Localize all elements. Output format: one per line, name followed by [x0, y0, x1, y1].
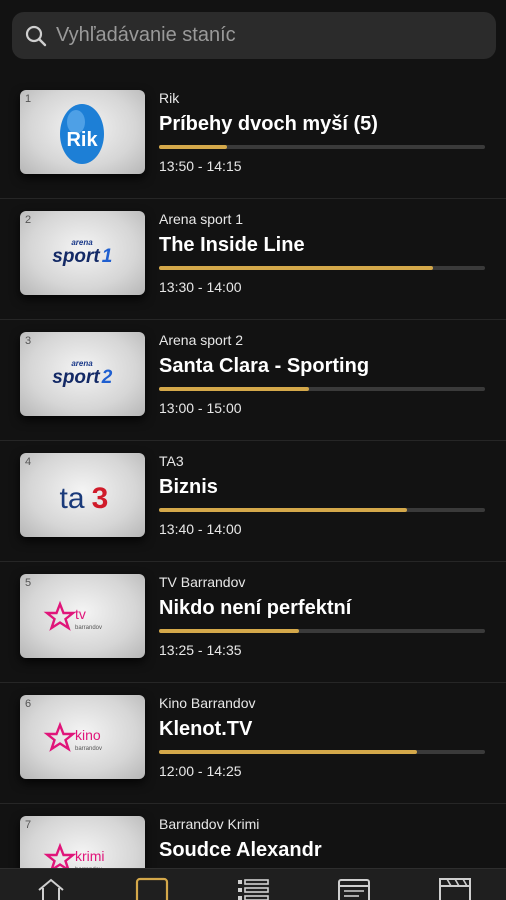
channel-name: Barrandov Krimi: [159, 816, 260, 832]
channel-thumbnail: 3 arena sport 2: [20, 332, 145, 416]
channel-row[interactable]: 2 arena sport 1 Arena sport 1 The Inside…: [0, 199, 506, 320]
program-title: Santa Clara - Sporting: [159, 355, 370, 377]
ta3-logo: ta 3: [59, 482, 109, 515]
rik-logo: Rik: [60, 104, 104, 164]
channel-row[interactable]: 4 ta 3 TA3 Biznis 13:40 - 14:00: [0, 441, 506, 562]
channel-list[interactable]: 1 Rik Rik Príbehy dvoch myší (5) 13:50 -…: [0, 78, 506, 868]
program-title: The Inside Line: [159, 234, 305, 256]
program-time: 12:00 - 14:25: [159, 763, 242, 779]
program-time: 13:50 - 14:15: [159, 158, 242, 174]
channel-row[interactable]: 6 kino barrandov Kino Barrandov Klenot.T…: [0, 683, 506, 804]
progress-fill: [159, 266, 433, 270]
home-icon: [37, 878, 64, 900]
search-bar[interactable]: [12, 12, 496, 59]
program-title: Biznis: [159, 476, 218, 498]
program-time: 13:00 - 15:00: [159, 400, 242, 416]
arena-sport-2-logo: arena sport 2: [52, 359, 113, 388]
kino-barrandov-logo: kino barrandov: [43, 721, 102, 752]
bottom-nav: [0, 868, 506, 900]
program-time: 13:40 - 14:00: [159, 521, 242, 537]
channel-row[interactable]: 1 Rik Rik Príbehy dvoch myší (5) 13:50 -…: [0, 78, 506, 199]
svg-text:sport: sport: [52, 367, 100, 388]
nav-movies[interactable]: [425, 869, 485, 900]
program-progress: [159, 387, 485, 391]
nav-home[interactable]: [21, 869, 81, 900]
progress-fill: [159, 508, 407, 512]
search-input[interactable]: [56, 24, 456, 47]
channel-row[interactable]: 5 tv barrandov TV Barrandov Nikdo není p…: [0, 562, 506, 683]
svg-text:sport: sport: [52, 246, 100, 267]
tv-barrandov-logo: tv barrandov: [43, 600, 102, 631]
svg-text:ta: ta: [59, 482, 84, 515]
program-time: 13:30 - 14:00: [159, 279, 242, 295]
program-progress: [159, 266, 485, 270]
channel-name: Rik: [159, 90, 180, 106]
search-field[interactable]: [12, 12, 496, 59]
svg-text:barrandov: barrandov: [75, 746, 102, 752]
channel-name: Arena sport 2: [159, 332, 244, 348]
progress-fill: [159, 629, 300, 633]
program-title: Soudce Alexandr: [159, 839, 322, 861]
barrandov-krimi-logo: krimi barrandov: [43, 842, 105, 868]
program-title: Klenot.TV: [159, 718, 253, 740]
clapperboard-icon: [439, 878, 472, 900]
tv-icon: [135, 877, 168, 900]
channel-name: Arena sport 1: [159, 211, 244, 227]
arena-sport-1-logo: arena sport 1: [52, 238, 113, 267]
progress-fill: [159, 750, 417, 754]
channel-row[interactable]: 3 arena sport 2 Arena sport 2 Santa Clar…: [0, 320, 506, 441]
channel-name: Kino Barrandov: [159, 695, 256, 711]
guide-icon: [338, 879, 371, 900]
program-progress: [159, 629, 485, 633]
list-icon: [237, 879, 269, 900]
program-progress: [159, 508, 485, 512]
svg-text:tv: tv: [75, 606, 86, 622]
program-progress: [159, 750, 485, 754]
svg-text:1: 1: [102, 246, 113, 267]
search-icon: [25, 25, 47, 46]
svg-text:krimi: krimi: [75, 848, 105, 864]
svg-text:3: 3: [92, 482, 109, 515]
channel-thumbnail: 6 kino barrandov: [20, 695, 145, 779]
program-time: 13:25 - 14:35: [159, 642, 242, 658]
program-title: Nikdo není perfektní: [159, 597, 352, 619]
channel-thumbnail: 1 Rik: [20, 90, 145, 174]
channel-name: TV Barrandov: [159, 574, 246, 590]
svg-text:kino: kino: [75, 727, 101, 743]
nav-list[interactable]: [223, 869, 283, 900]
svg-text:barrandov: barrandov: [75, 625, 102, 631]
channel-thumbnail: 2 arena sport 1: [20, 211, 145, 295]
svg-text:Rik: Rik: [66, 129, 98, 151]
channel-thumbnail: 4 ta 3: [20, 453, 145, 537]
nav-guide[interactable]: [324, 869, 384, 900]
progress-fill: [159, 387, 309, 391]
channel-name: TA3: [159, 453, 184, 469]
program-progress: [159, 145, 485, 149]
progress-fill: [159, 145, 228, 149]
nav-tv[interactable]: [122, 869, 182, 900]
svg-text:2: 2: [101, 367, 113, 388]
channel-thumbnail: 7 krimi barrandov: [20, 816, 145, 868]
channel-row[interactable]: 7 krimi barrandov Barrandov Krimi Soudce…: [0, 804, 506, 868]
program-title: Príbehy dvoch myší (5): [159, 113, 378, 135]
channel-thumbnail: 5 tv barrandov: [20, 574, 145, 658]
